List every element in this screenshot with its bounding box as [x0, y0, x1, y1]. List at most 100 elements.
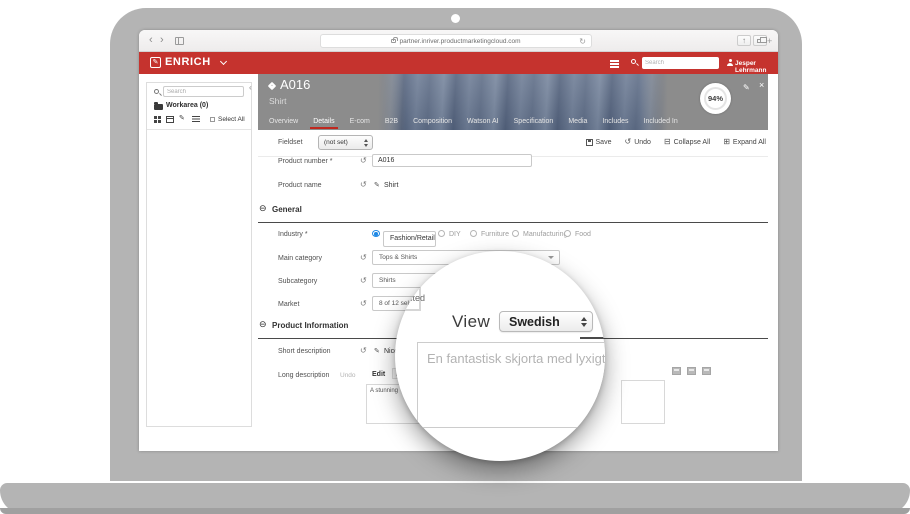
magnifier-circle: lected View Swedish En fantastisk skjort…: [395, 251, 605, 461]
forward-button[interactable]: ›: [160, 33, 164, 47]
tab-overview[interactable]: Overview: [268, 114, 299, 129]
undo-button[interactable]: ↺ Undo: [624, 138, 650, 146]
radio-food[interactable]: [564, 230, 571, 237]
history-icon[interactable]: ↺: [360, 254, 367, 262]
view-label: View: [452, 312, 490, 332]
fieldset-label: Fieldset: [278, 139, 303, 146]
tab-included-in[interactable]: Included In: [643, 114, 679, 129]
app-brand[interactable]: ENRICH: [165, 56, 211, 68]
market-label: Market: [278, 301, 299, 308]
share-icon: ↑: [742, 36, 746, 46]
tabs-icon: [757, 39, 762, 43]
long-description-undo[interactable]: Undo: [340, 372, 356, 379]
lock-icon: [391, 39, 396, 43]
product-header: A016 Shirt Overview Details E-com B2B Co…: [258, 74, 768, 130]
collapse-all-button[interactable]: ⊟ Collapse All: [664, 138, 710, 146]
swedish-description-textarea[interactable]: En fantastisk skjorta med lyxigt tyg: [417, 342, 605, 428]
radio-label-food[interactable]: Food: [575, 231, 591, 238]
subcategory-label: Subcategory: [278, 278, 317, 285]
list-view-icon[interactable]: [687, 367, 696, 375]
product-name-label: Product name: [278, 182, 322, 189]
tab-b2b[interactable]: B2B: [384, 114, 399, 129]
radio-furniture[interactable]: [470, 230, 477, 237]
card-view-icon[interactable]: [166, 116, 174, 123]
table-view-icon[interactable]: [672, 367, 681, 375]
share-button[interactable]: ↑: [737, 35, 751, 46]
tab-specification[interactable]: Specification: [513, 114, 555, 129]
product-code: A016: [280, 77, 310, 92]
browser-sidebar-icon[interactable]: [175, 37, 184, 45]
tab-composition[interactable]: Composition: [412, 114, 453, 129]
collapse-section-icon[interactable]: ⊖: [259, 204, 267, 213]
new-tab-button[interactable]: +: [767, 36, 772, 46]
radio-fashion-retail[interactable]: [372, 230, 380, 237]
user-name[interactable]: Jesper Lehrmann: [735, 60, 778, 74]
refresh-icon[interactable]: ↻: [579, 37, 586, 46]
browser-toolbar: ‹ › partner.inriver.productmarketingclou…: [139, 30, 778, 52]
back-button[interactable]: ‹: [149, 33, 153, 47]
general-section-title[interactable]: General: [272, 205, 302, 214]
product-name: Shirt: [269, 96, 286, 106]
history-icon[interactable]: ↺: [360, 157, 367, 165]
folder-icon: [154, 104, 163, 110]
tag-icon: [268, 82, 276, 90]
magnified-text-fragment: lected: [401, 293, 425, 303]
fieldset-value: (not set): [324, 139, 348, 146]
url-text: partner.inriver.productmarketingcloud.co…: [399, 38, 520, 45]
global-search-input[interactable]: [642, 57, 719, 69]
long-description-edit-tab[interactable]: Edit: [372, 371, 385, 378]
address-bar[interactable]: partner.inriver.productmarketingcloud.co…: [320, 34, 592, 48]
card-view-icon[interactable]: [702, 367, 711, 375]
tab-ecom[interactable]: E-com: [349, 114, 371, 129]
radio-diy[interactable]: [438, 230, 445, 237]
workarea-sidebar: Workarea (0) ✎ Select All: [146, 82, 252, 427]
sidebar-search-icon[interactable]: [154, 89, 159, 94]
sidebar-search-input[interactable]: [163, 86, 244, 97]
menu-icon[interactable]: [610, 60, 619, 62]
close-icon[interactable]: ×: [759, 80, 764, 90]
history-icon[interactable]: ↺: [360, 277, 367, 285]
camera-dot: [451, 14, 460, 23]
long-description-editor-fragment[interactable]: [621, 380, 665, 424]
save-button[interactable]: Save: [586, 139, 612, 146]
main-category-label: Main category: [278, 255, 322, 262]
product-information-section-title[interactable]: Product Information: [272, 321, 348, 330]
tabs-overview-button[interactable]: [753, 35, 767, 46]
history-icon[interactable]: ↺: [360, 347, 367, 355]
pencil-icon[interactable]: ✎: [374, 181, 380, 189]
brand-chevron-down-icon[interactable]: [220, 58, 227, 65]
dropdown-arrow-icon: [548, 256, 554, 259]
radio-label-fashion-retail[interactable]: Fashion/Retail: [383, 231, 436, 247]
fieldset-select[interactable]: (not set): [318, 135, 373, 150]
tab-includes[interactable]: Includes: [601, 114, 629, 129]
radio-label-manufacturing[interactable]: Manufacturing: [523, 231, 567, 238]
tab-media[interactable]: Media: [567, 114, 588, 129]
product-number-input[interactable]: [372, 154, 532, 167]
radio-manufacturing[interactable]: [512, 230, 519, 237]
edit-view-icon[interactable]: ✎: [179, 114, 185, 122]
tab-details[interactable]: Details: [312, 114, 335, 129]
radio-label-furniture[interactable]: Furniture: [481, 231, 509, 238]
stepper-icon: [581, 317, 586, 327]
swedish-description-text: En fantastisk skjorta med lyxigt tyg: [427, 351, 605, 366]
workarea-label[interactable]: Workarea (0): [166, 102, 208, 109]
product-name-value[interactable]: Shirt: [384, 182, 398, 189]
history-icon[interactable]: ↺: [360, 300, 367, 308]
list-view-icon[interactable]: [192, 116, 200, 117]
pencil-icon[interactable]: ✎: [374, 347, 380, 355]
sidebar-divider: [147, 129, 251, 130]
radio-label-diy[interactable]: DIY: [449, 231, 461, 238]
grid-view-icon[interactable]: [154, 116, 157, 119]
search-icon[interactable]: [631, 59, 636, 64]
language-select[interactable]: Swedish: [499, 311, 593, 332]
tab-watson-ai[interactable]: Watson AI: [466, 114, 500, 129]
select-all-label[interactable]: Select All: [218, 116, 245, 123]
brand-edit-icon: ✎: [150, 57, 161, 68]
select-all-checkbox[interactable]: [210, 117, 215, 122]
edit-product-icon[interactable]: ✎: [743, 83, 750, 92]
expand-all-button[interactable]: ⊞ Expand All: [723, 138, 766, 146]
completeness-badge: 94%: [700, 83, 731, 114]
history-icon[interactable]: ↺: [360, 181, 367, 189]
sidebar-collapse-chevron[interactable]: ‹: [249, 83, 252, 92]
collapse-section-icon[interactable]: ⊖: [259, 320, 267, 329]
